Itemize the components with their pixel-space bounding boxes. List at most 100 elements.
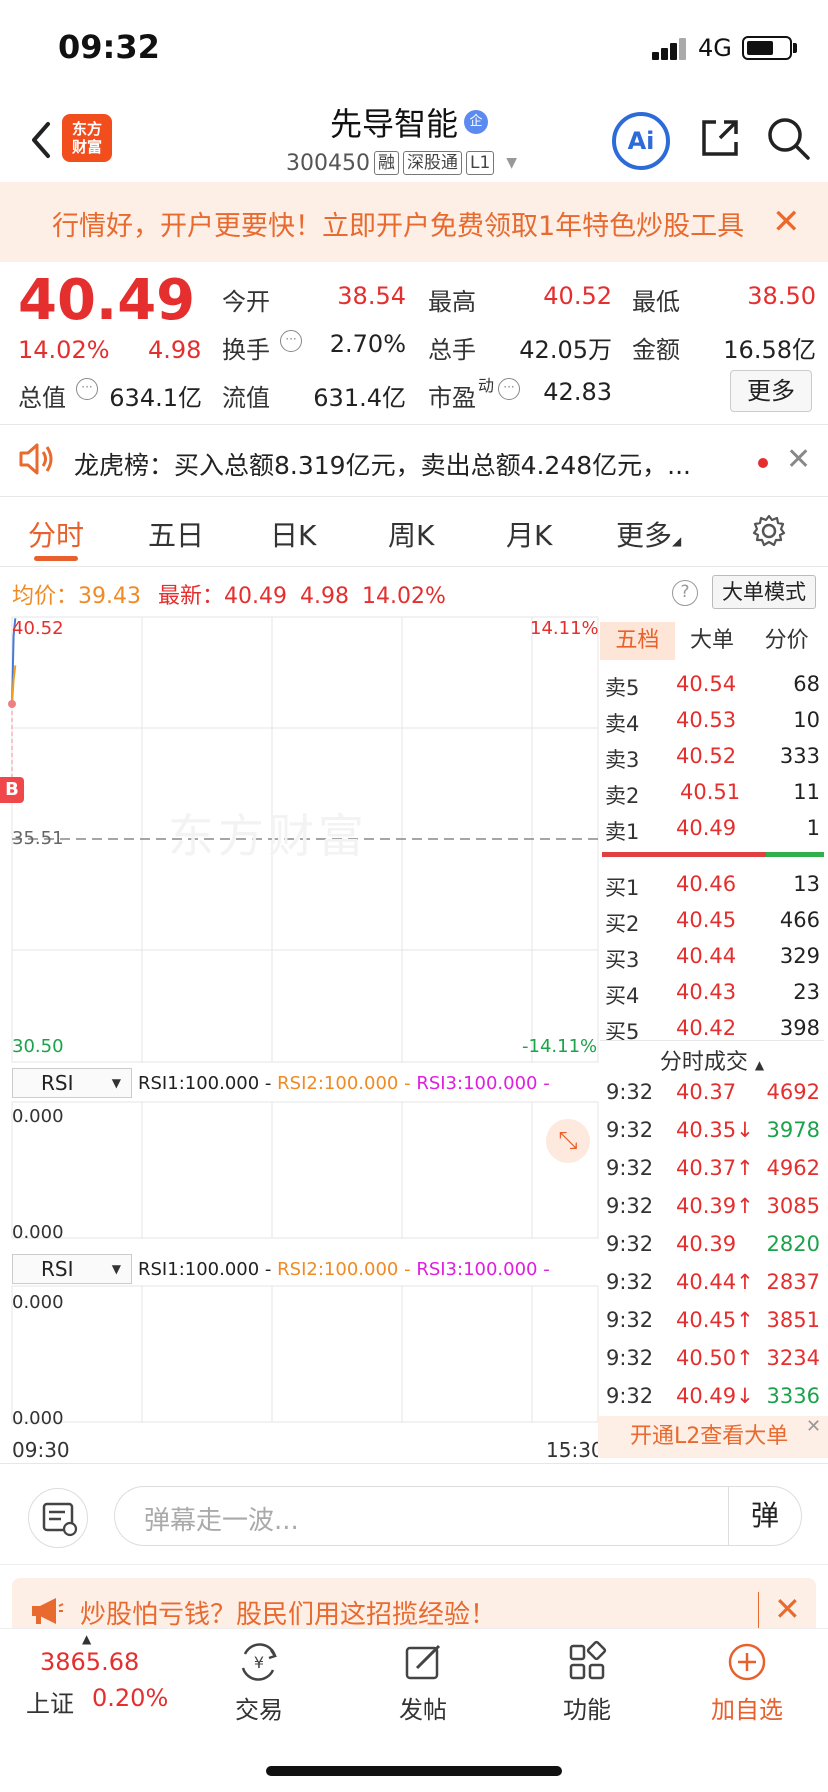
ask-volume: 10 (793, 708, 820, 732)
tab-five-levels[interactable]: 五档 (600, 622, 675, 660)
close-icon[interactable]: ✕ (806, 1416, 821, 1437)
ask-volume: 333 (779, 744, 820, 768)
search-icon[interactable] (764, 114, 812, 162)
close-icon[interactable]: ✕ (772, 202, 801, 242)
ask-price: 40.54 (676, 672, 737, 696)
tick-row: 9:32 40.35↓ 3978 (600, 1112, 824, 1148)
y-max-pct: 14.11% (530, 618, 599, 639)
buy-point-marker[interactable]: B (0, 777, 24, 803)
l2-upgrade-banner[interactable]: 开通L2查看大单 (598, 1416, 828, 1458)
tab-five-day[interactable]: 五日 (148, 514, 204, 554)
nav-trade[interactable]: ¥ 交易 (204, 1640, 314, 1725)
tick-volume: 3336 (766, 1384, 820, 1408)
grid-icon (569, 1640, 607, 1680)
float-cap-value: 631.4亿 (313, 384, 406, 412)
eastmoney-logo: 东方 财富 (62, 114, 112, 162)
caret-up-icon: ▲ (754, 1058, 765, 1072)
nav-functions[interactable]: 功能 (532, 1640, 642, 1725)
bid-label: 买2 (605, 912, 640, 936)
indicator-select[interactable]: RSI ▼ (12, 1254, 132, 1284)
dragon-tiger-banner[interactable]: 龙虎榜：买入总额8.319亿元，卖出总额4.248亿元，... ✕ (0, 428, 828, 496)
more-info-icon[interactable]: ··· (76, 378, 98, 400)
close-icon[interactable]: ✕ (774, 1590, 801, 1628)
divider (758, 1592, 759, 1628)
tick-volume: 3851 (766, 1308, 820, 1332)
ask-price: 40.49 (676, 816, 737, 840)
comment-list-icon[interactable] (28, 1488, 88, 1548)
ask-volume: 11 (793, 780, 820, 804)
more-info-icon[interactable]: ··· (498, 378, 520, 400)
rsi-legend-2: RSI ▼ RSI1:100.000 - RSI2:100.000 - RSI3:… (12, 1252, 598, 1286)
tick-time: 9:32 (606, 1270, 654, 1294)
tab-monthly-k[interactable]: 月K (506, 514, 552, 554)
tick-price: 40.37↑ (676, 1156, 754, 1180)
nav-post[interactable]: 发帖 (368, 1640, 478, 1725)
ticks-header[interactable]: 分时成交 ▲ (600, 1044, 824, 1076)
bid-price: 40.46 (676, 872, 737, 896)
tag-margin: 融 (373, 151, 399, 175)
tick-time: 9:32 (606, 1194, 654, 1218)
tick-time: 9:32 (606, 1384, 654, 1408)
tab-more[interactable]: 更多◢ (616, 514, 681, 554)
unread-dot (758, 458, 768, 468)
rsi-bottom-value: 0.000 (12, 1408, 64, 1429)
tick-volume: 3234 (766, 1346, 820, 1370)
close-icon[interactable]: ✕ (786, 442, 811, 477)
promo-banner[interactable]: 行情好，开户更要快！立即开户免费领取1年特色炒股工具 ✕ (0, 182, 828, 262)
bid-price: 40.44 (676, 944, 737, 968)
tab-big-orders[interactable]: 大单 (675, 622, 750, 660)
tick-time: 9:32 (606, 1156, 654, 1180)
danmaku-toggle-button[interactable]: 弹 (728, 1486, 802, 1546)
buy-ratio-bar (602, 852, 767, 857)
tick-row: 9:32 40.44↑ 2837 (600, 1264, 824, 1300)
buy-marker-dot (8, 700, 16, 708)
share-icon[interactable] (698, 116, 742, 160)
amount-label: 金额 (632, 336, 680, 364)
ticks-header-label: 分时成交 (659, 1050, 748, 1075)
tab-price-distribution[interactable]: 分价 (749, 622, 824, 660)
index-percent[interactable]: 0.20% (92, 1684, 168, 1712)
x-axis-start: 09:30 (12, 1438, 70, 1462)
intraday-chart[interactable] (0, 614, 600, 1434)
ask-price: 40.53 (676, 708, 737, 732)
open-value: 38.54 (337, 282, 406, 310)
tab-daily-k[interactable]: 日K (270, 514, 316, 554)
more-info-icon[interactable]: ··· (280, 330, 302, 352)
big-order-mode-button[interactable]: 大单模式 (712, 575, 816, 609)
nav-add-watchlist-label: 加自选 (711, 1696, 783, 1724)
tab-intraday[interactable]: 分时 (28, 514, 84, 554)
ask-label: 卖1 (605, 820, 640, 844)
ask-row: 卖3 40.52 333 (600, 738, 824, 774)
divider (600, 1040, 824, 1041)
rsi-top-value: 0.000 (12, 1292, 64, 1313)
index-name[interactable]: 上证 (26, 1684, 74, 1719)
back-button[interactable] (24, 116, 64, 164)
tick-row: 9:32 40.49↓ 3336 (600, 1378, 824, 1414)
tab-weekly-k[interactable]: 周K (388, 514, 434, 554)
tab-more-label: 更多 (616, 519, 673, 552)
bid-label: 买4 (605, 984, 640, 1008)
bid-volume: 23 (793, 980, 820, 1004)
ask-label: 卖2 (605, 784, 640, 808)
speaker-icon (18, 442, 56, 476)
bid-label: 买1 (605, 876, 640, 900)
tick-row: 9:32 40.50↑ 3234 (600, 1340, 824, 1376)
bid-row: 买1 40.46 13 (600, 866, 824, 902)
tick-price: 40.35↓ (676, 1118, 754, 1142)
divider (0, 496, 828, 497)
stock-code-row[interactable]: 300450 融 深股通 L1 ▼ (286, 148, 517, 178)
tick-time: 9:32 (606, 1080, 654, 1104)
more-button[interactable]: 更多 (730, 370, 812, 412)
battery-cap (793, 43, 797, 53)
index-value[interactable]: 3865.68 (40, 1648, 139, 1676)
help-icon[interactable]: ? (672, 580, 698, 606)
current-price: 40.49 (18, 268, 196, 333)
home-indicator (266, 1766, 562, 1776)
latest-pct: 14.02% (361, 584, 446, 609)
indicator-select[interactable]: RSI ▼ (12, 1068, 132, 1098)
ai-assistant-button[interactable]: Ai (612, 112, 670, 170)
y-min-pct: -14.11% (522, 1036, 598, 1057)
nav-add-watchlist[interactable]: 加自选 (692, 1640, 802, 1725)
settings-icon[interactable] (752, 514, 786, 548)
expand-icon[interactable]: ⤡ (546, 1119, 590, 1163)
